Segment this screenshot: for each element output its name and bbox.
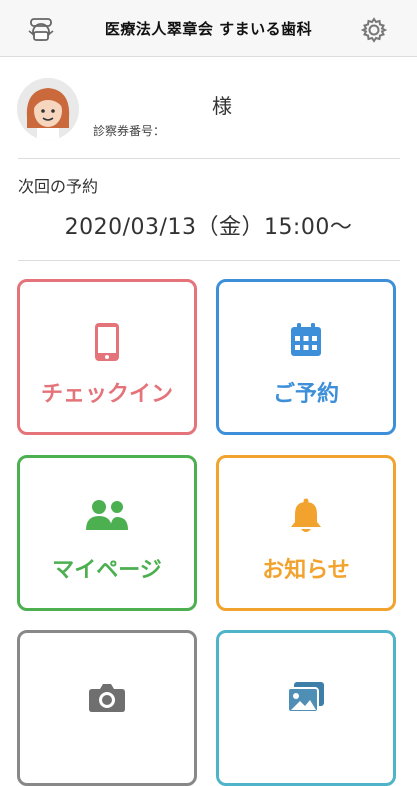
news-button[interactable]: お知らせ — [216, 455, 396, 611]
smartphone-icon — [20, 322, 194, 362]
name-suffix: 様 — [212, 94, 232, 118]
next-appointment-label: 次回の予約 — [18, 177, 99, 196]
camera-icon — [20, 681, 194, 713]
tile-label: チェックイン — [40, 382, 173, 407]
avatar — [17, 78, 79, 140]
reservation-button[interactable]: ご予約 — [216, 279, 396, 435]
checkin-button[interactable]: チェックイン — [17, 279, 197, 435]
app-header: 医療法人翠章会 すまいる歯科 — [0, 0, 417, 57]
next-appointment-datetime: 2020/03/13（金）15:00〜 — [64, 215, 353, 240]
page-title: 医療法人翠章会 すまいる歯科 — [104, 20, 313, 38]
gear-icon[interactable] — [360, 16, 388, 44]
divider — [18, 260, 400, 261]
tile-label: お知らせ — [262, 558, 350, 583]
gallery-icon — [219, 681, 393, 713]
calendar-icon — [219, 322, 393, 358]
patient-number-label: 診察券番号： — [93, 124, 166, 138]
divider — [18, 158, 400, 159]
mypage-button[interactable]: マイページ — [17, 455, 197, 611]
tile-label: ご予約 — [272, 382, 339, 407]
tile-label: マイページ — [52, 558, 162, 583]
users-icon — [20, 498, 194, 532]
gallery-button[interactable] — [216, 630, 396, 786]
bell-icon — [219, 498, 393, 536]
camera-button[interactable] — [17, 630, 197, 786]
